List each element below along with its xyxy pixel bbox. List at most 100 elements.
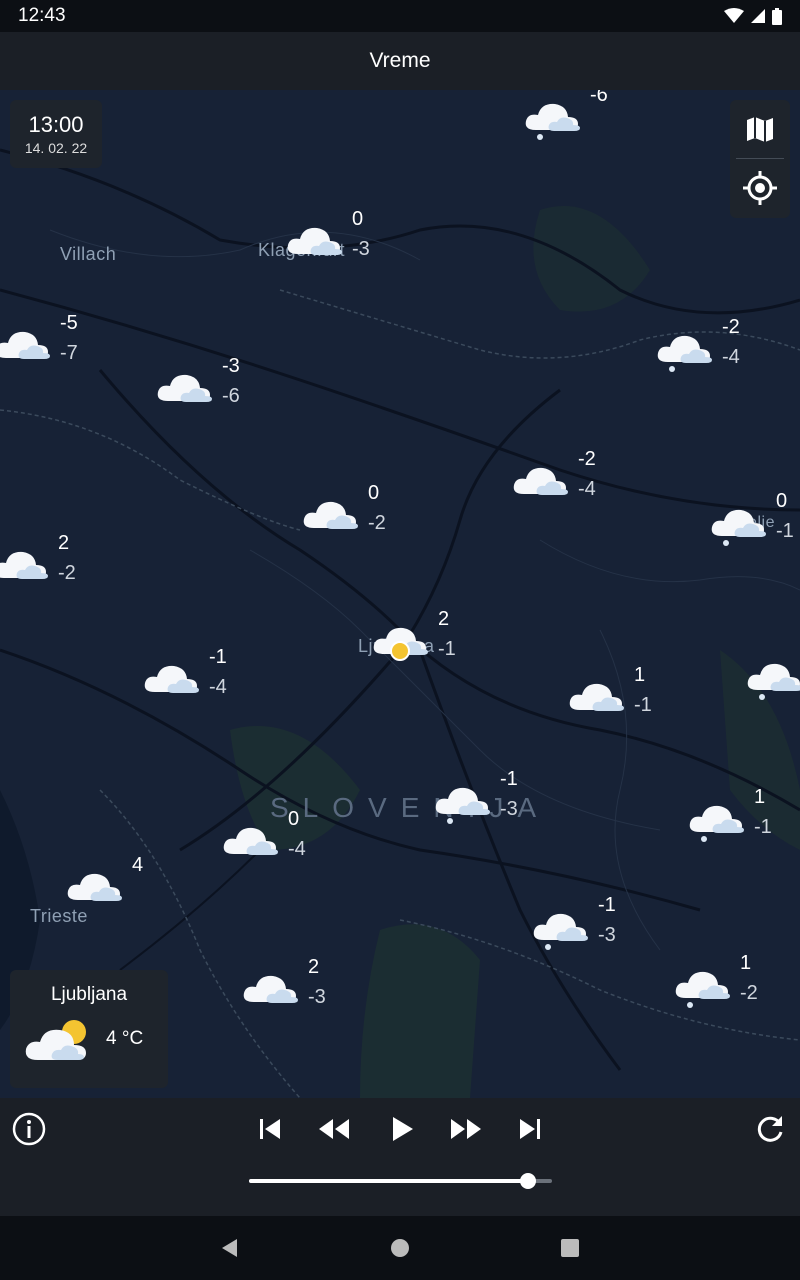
- forecast-max-temp: -5: [60, 312, 78, 334]
- forecast-max-temp: 1: [740, 952, 752, 974]
- wifi-icon: [724, 8, 744, 23]
- play-icon: [393, 1117, 413, 1141]
- forecast-max-temp: -1: [598, 894, 616, 916]
- status-time: 12:43: [18, 5, 66, 26]
- map-background: [0, 90, 800, 1098]
- forecast-max-temp: 4: [132, 854, 144, 876]
- app-title: Vreme: [369, 49, 431, 72]
- skip-next-icon: [520, 1119, 540, 1139]
- forecast-max-temp: 1: [754, 786, 766, 808]
- home-button[interactable]: [378, 1226, 422, 1270]
- forecast-max-temp: 0: [352, 208, 364, 230]
- timeline-thumb[interactable]: [519, 1173, 536, 1189]
- snow-cloud-icon: [533, 913, 588, 950]
- back-icon: [222, 1239, 237, 1257]
- cloud-icon: [569, 683, 624, 711]
- forecast-min-temp: -1: [754, 816, 772, 838]
- recents-button[interactable]: [548, 1226, 592, 1270]
- cloud-icon: [243, 975, 298, 1003]
- partly-cloudy-icon: [25, 1020, 86, 1060]
- snow-cloud-icon: [675, 971, 730, 1008]
- crosshair-icon: [743, 171, 777, 205]
- forecast-min-temp: -4: [209, 676, 227, 698]
- forecast-max-temp: 2: [58, 532, 70, 554]
- cloud-icon: [144, 665, 199, 693]
- rewind-icon: [319, 1119, 349, 1139]
- forecast-min-temp: -3: [308, 986, 326, 1008]
- forecast-max-temp: 2: [308, 956, 320, 978]
- forecast-min-temp: -2: [368, 512, 386, 534]
- info-icon: [12, 1112, 46, 1146]
- refresh-button[interactable]: [748, 1107, 792, 1151]
- snow-cloud-icon: [657, 335, 712, 372]
- snow-cloud-icon: [689, 805, 744, 842]
- snow-cloud-icon: [711, 509, 766, 546]
- forecast-min-temp: -1: [634, 694, 652, 716]
- forecast-min-temp: -4: [722, 346, 740, 368]
- system-nav-bar: [0, 1216, 800, 1280]
- forecast-max-temp: -2: [722, 316, 740, 338]
- forecast-min-temp: -3: [352, 238, 370, 260]
- forecast-min-temp: -7: [60, 342, 78, 364]
- fast-forward-icon: [451, 1119, 481, 1139]
- city-name: Ljubljana: [50, 984, 128, 1005]
- forecast-max-temp: 2: [438, 608, 450, 630]
- snow-cloud-icon: [435, 787, 490, 824]
- rewind-button[interactable]: [312, 1107, 356, 1151]
- info-button[interactable]: [7, 1107, 51, 1151]
- forecast-max-temp: -2: [578, 448, 596, 470]
- forecast-min-temp: -4: [578, 478, 596, 500]
- forecast-min-temp: -4: [288, 838, 306, 860]
- forecast-max-temp: -3: [222, 355, 240, 377]
- cloud-icon: [0, 551, 48, 579]
- playback-bar: [0, 1098, 800, 1216]
- forecast-max-temp: -6: [590, 90, 608, 106]
- home-icon: [391, 1239, 409, 1257]
- forecast-max-temp: 0: [776, 490, 788, 512]
- play-button[interactable]: [380, 1107, 424, 1151]
- timeline-slider[interactable]: [249, 1173, 552, 1189]
- app-bar: Vreme: [0, 32, 800, 90]
- cloud-icon: [513, 467, 568, 495]
- skip-previous-icon: [260, 1119, 280, 1139]
- forecast-max-temp: 0: [368, 482, 380, 504]
- cloud-icon: [287, 227, 342, 255]
- forecast-date: 14. 02. 22: [24, 140, 88, 156]
- forecast-time: 13:00: [28, 112, 84, 137]
- forecast-min-temp: -2: [58, 562, 76, 584]
- map-controls: [730, 100, 790, 218]
- forecast-max-temp: 1: [634, 664, 646, 686]
- map-layers-button[interactable]: [730, 100, 790, 158]
- place-label-villach: Villach: [60, 244, 117, 264]
- skip-to-end-button[interactable]: [508, 1107, 552, 1151]
- forecast-min-temp: -1: [776, 520, 794, 542]
- cloud-icon: [373, 627, 428, 661]
- forecast-min-temp: -3: [500, 798, 518, 820]
- status-bar: 12:43: [0, 0, 800, 32]
- snow-cloud-icon: [747, 663, 800, 700]
- signal-icon: [751, 9, 765, 23]
- forecast-max-temp: -1: [209, 646, 227, 668]
- cloud-icon: [157, 374, 212, 402]
- recents-icon: [561, 1239, 579, 1257]
- refresh-icon: [757, 1116, 783, 1142]
- timeline-progress: [249, 1179, 528, 1183]
- back-button[interactable]: [208, 1226, 252, 1270]
- weather-map[interactable]: Villach Klagenfurt Ljubljana Trieste Cel…: [0, 90, 800, 1098]
- cloud-icon: [0, 331, 50, 359]
- fast-forward-button[interactable]: [444, 1107, 488, 1151]
- skip-to-start-button[interactable]: [248, 1107, 292, 1151]
- forecast-min-temp: -3: [598, 924, 616, 946]
- cloud-icon: [303, 501, 358, 529]
- forecast-min-temp: -1: [438, 638, 456, 660]
- map-icon: [747, 117, 773, 142]
- forecast-max-temp: -1: [500, 768, 518, 790]
- forecast-max-temp: 0: [288, 808, 300, 830]
- city-temperature: 4 °C: [106, 1028, 144, 1049]
- forecast-min-temp: -6: [222, 385, 240, 407]
- forecast-time-box: 13:00 14. 02. 22: [10, 100, 102, 168]
- forecast-min-temp: -2: [740, 982, 758, 1004]
- snow-cloud-icon: [525, 103, 580, 140]
- my-location-button[interactable]: [730, 159, 790, 217]
- current-city-card[interactable]: Ljubljana 4 °C: [10, 970, 168, 1088]
